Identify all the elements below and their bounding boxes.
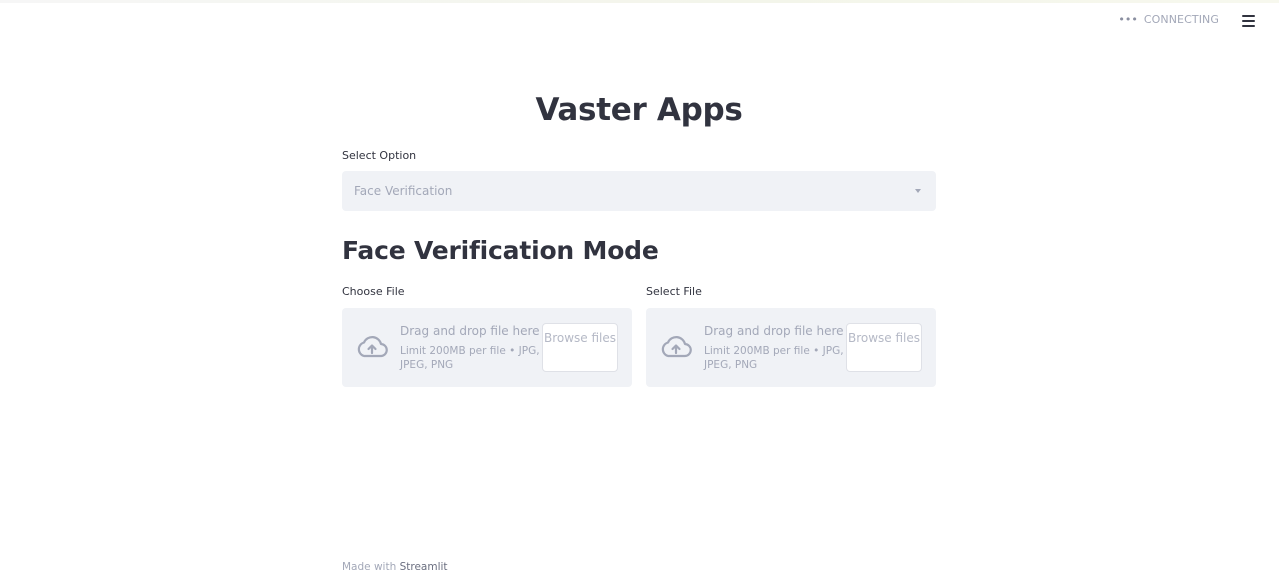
status-text: CONNECTING: [1143, 13, 1219, 26]
file-limit-text: Limit 200MB per file • JPG, JPEG, PNG: [400, 345, 540, 371]
drag-drop-text: Drag and drop file here: [400, 324, 540, 338]
status-dots-icon: •••: [1118, 13, 1138, 26]
top-decoration-bar: [0, 0, 1279, 3]
uploader-label: Select File: [646, 285, 702, 298]
dropzone[interactable]: Drag and drop file here Limit 200MB per …: [342, 308, 632, 387]
select-option-label: Select Option: [342, 149, 417, 162]
file-uploader-select: Select File Drag and drop file here Limi…: [646, 285, 936, 387]
mode-heading: Face Verification Mode: [342, 236, 659, 265]
file-uploader-choose: Choose File Drag and drop file here Limi…: [342, 285, 632, 387]
chevron-down-icon: [915, 189, 921, 193]
footer-prefix: Made with: [342, 561, 397, 573]
cloud-upload-icon: [357, 336, 388, 358]
uploader-label: Choose File: [342, 285, 405, 298]
select-value: Face Verification: [354, 184, 453, 198]
footer: Made with Streamlit: [342, 561, 448, 573]
dropzone[interactable]: Drag and drop file here Limit 200MB per …: [646, 308, 936, 387]
browse-files-button[interactable]: Browse files: [542, 323, 618, 372]
streamlit-link[interactable]: Streamlit: [400, 561, 448, 573]
menu-line: [1242, 25, 1255, 27]
menu-line: [1242, 15, 1255, 17]
hamburger-menu-icon[interactable]: [1242, 15, 1255, 27]
page-title: Vaster Apps: [535, 92, 743, 128]
file-limit-text: Limit 200MB per file • JPG, JPEG, PNG: [704, 345, 844, 371]
drag-drop-text: Drag and drop file here: [704, 324, 844, 338]
menu-line: [1242, 20, 1255, 22]
option-select[interactable]: Face Verification: [342, 171, 936, 211]
browse-files-button[interactable]: Browse files: [846, 323, 922, 372]
cloud-upload-icon: [661, 336, 692, 358]
connection-status: ••• CONNECTING: [1118, 13, 1219, 26]
